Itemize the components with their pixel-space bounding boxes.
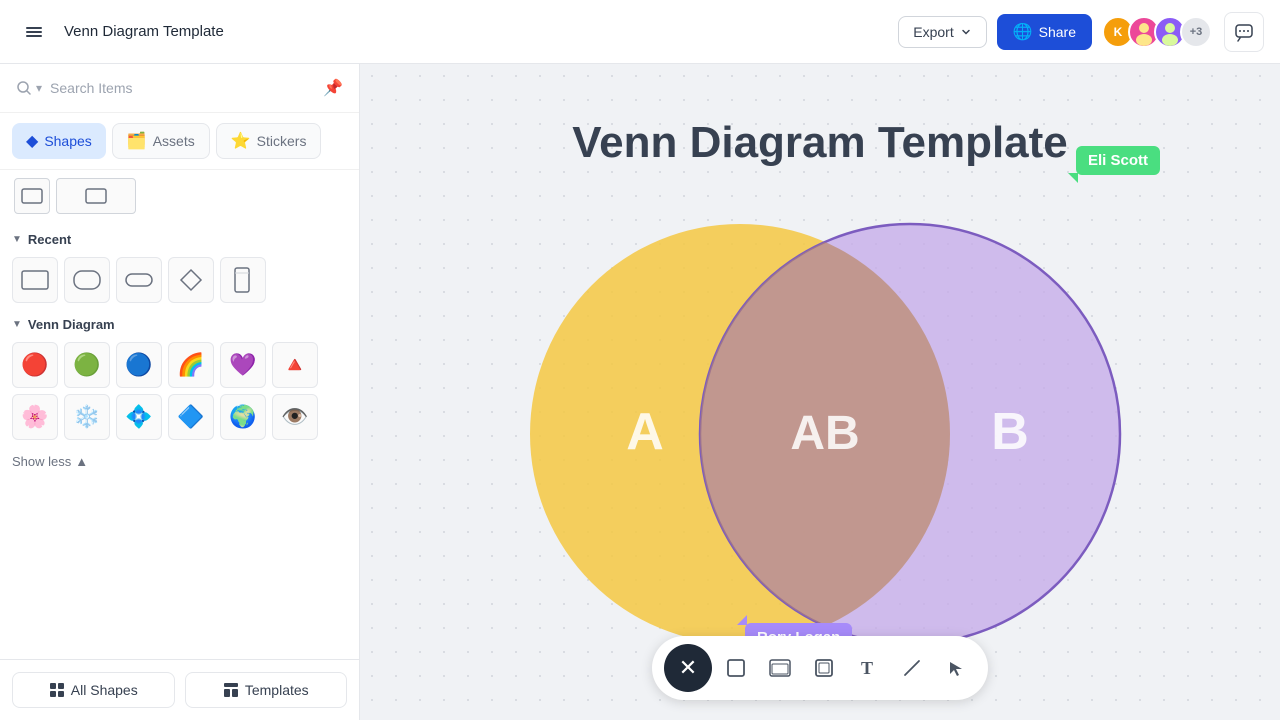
canvas-title: Venn Diagram Template (572, 118, 1068, 168)
text-tool-icon: T (859, 658, 877, 678)
svg-text:AB: AB (790, 407, 859, 460)
svg-text:B: B (991, 403, 1029, 461)
recent-shape-rect[interactable] (12, 257, 58, 303)
chat-button[interactable] (1224, 12, 1264, 52)
grid-icon (49, 682, 65, 698)
venn-shape-5[interactable]: 💜 (220, 342, 266, 388)
search-icon-wrap: ▾ (16, 80, 42, 96)
share-button[interactable]: 🌐 Share (997, 14, 1092, 50)
canvas-area[interactable]: Venn Diagram Template Eli Scott A AB B (360, 64, 1280, 720)
venn-shape-10[interactable]: 🔷 (168, 394, 214, 440)
section-recent[interactable]: ▼ Recent (12, 232, 347, 247)
search-input[interactable] (50, 80, 315, 96)
tab-stickers[interactable]: ⭐ Stickers (216, 123, 322, 159)
venn-shape-6[interactable]: 🔺 (272, 342, 318, 388)
show-less-button[interactable]: Show less ▲ (12, 454, 347, 469)
frame-tool-icon (814, 658, 834, 678)
venn-shape-1[interactable]: 🔴 (12, 342, 58, 388)
sidebar-bottom: All Shapes Templates (0, 659, 359, 720)
venn-shape-11[interactable]: 🌍 (220, 394, 266, 440)
pointer-tool-icon (946, 658, 966, 678)
search-bar: ▾ 📌 (0, 64, 359, 113)
topbar-right (1224, 12, 1264, 52)
tool-text[interactable]: T (848, 648, 888, 688)
topbar-actions: Export 🌐 Share K +3 (898, 14, 1212, 50)
section-venn-diagram[interactable]: ▼ Venn Diagram (12, 317, 347, 332)
venn-shape-9[interactable]: 💠 (116, 394, 162, 440)
venn-shape-4[interactable]: 🌈 (168, 342, 214, 388)
venn-chevron: ▼ (12, 319, 22, 330)
avatar-overflow-count: +3 (1180, 16, 1212, 48)
tool-line[interactable] (892, 648, 932, 688)
recent-shape-doc[interactable] (220, 257, 266, 303)
pin-icon[interactable]: 📌 (323, 78, 343, 98)
document-title: Venn Diagram Template (64, 23, 886, 40)
recent-shape-pill[interactable] (116, 257, 162, 303)
venn-diagram: A AB B (470, 194, 1170, 674)
tab-assets[interactable]: 🗂️ Assets (112, 123, 210, 159)
venn-shape-7[interactable]: 🌸 (12, 394, 58, 440)
tool-container[interactable] (760, 648, 800, 688)
menu-button[interactable] (16, 14, 52, 50)
container-tool-icon (769, 659, 791, 677)
shape-picker-rect[interactable] (14, 178, 50, 214)
venn-shape-8[interactable]: ❄️ (64, 394, 110, 440)
sidebar-tabs: ◆ Shapes 🗂️ Assets ⭐ Stickers (0, 113, 359, 170)
line-tool-icon (902, 658, 922, 678)
venn-shape-3[interactable]: 🔵 (116, 342, 162, 388)
x-icon: ✕ (679, 655, 697, 681)
topbar: Venn Diagram Template Export 🌐 Share K +… (0, 0, 1280, 64)
chevron-up-icon: ▲ (75, 454, 88, 469)
close-tool-button[interactable]: ✕ (664, 644, 712, 692)
venn-shape-12[interactable]: 👁️ (272, 394, 318, 440)
templates-button[interactable]: Templates (185, 672, 348, 708)
bottom-toolbar: ✕ T (652, 636, 988, 700)
main-layout: ▾ 📌 ◆ Shapes 🗂️ Assets ⭐ Stickers (0, 64, 1280, 720)
collaborators-avatars: K +3 (1102, 16, 1212, 48)
all-shapes-button[interactable]: All Shapes (12, 672, 175, 708)
recent-chevron: ▼ (12, 234, 22, 245)
tool-frame[interactable] (804, 648, 844, 688)
recent-shape-rounded-rect[interactable] (64, 257, 110, 303)
recent-shapes-grid (12, 257, 347, 303)
sidebar: ▾ 📌 ◆ Shapes 🗂️ Assets ⭐ Stickers (0, 64, 360, 720)
svg-text:T: T (861, 658, 873, 678)
tool-pointer[interactable] (936, 648, 976, 688)
shape-picker-text[interactable] (56, 178, 136, 214)
venn-shapes-grid: 🔴 🟢 🔵 🌈 💜 🔺 🌸 ❄️ 💠 🔷 🌍 👁️ (12, 342, 347, 440)
user-label-eli: Eli Scott (1076, 146, 1160, 175)
tab-shapes[interactable]: ◆ Shapes (12, 123, 106, 159)
rect-tool-icon (726, 658, 746, 678)
tool-rect[interactable] (716, 648, 756, 688)
recent-shape-diamond[interactable] (168, 257, 214, 303)
export-button[interactable]: Export (898, 16, 986, 48)
templates-icon (223, 682, 239, 698)
venn-shape-2[interactable]: 🟢 (64, 342, 110, 388)
svg-text:A: A (626, 403, 664, 461)
search-icon (16, 80, 32, 96)
sidebar-scroll: ▼ Recent (0, 218, 359, 659)
